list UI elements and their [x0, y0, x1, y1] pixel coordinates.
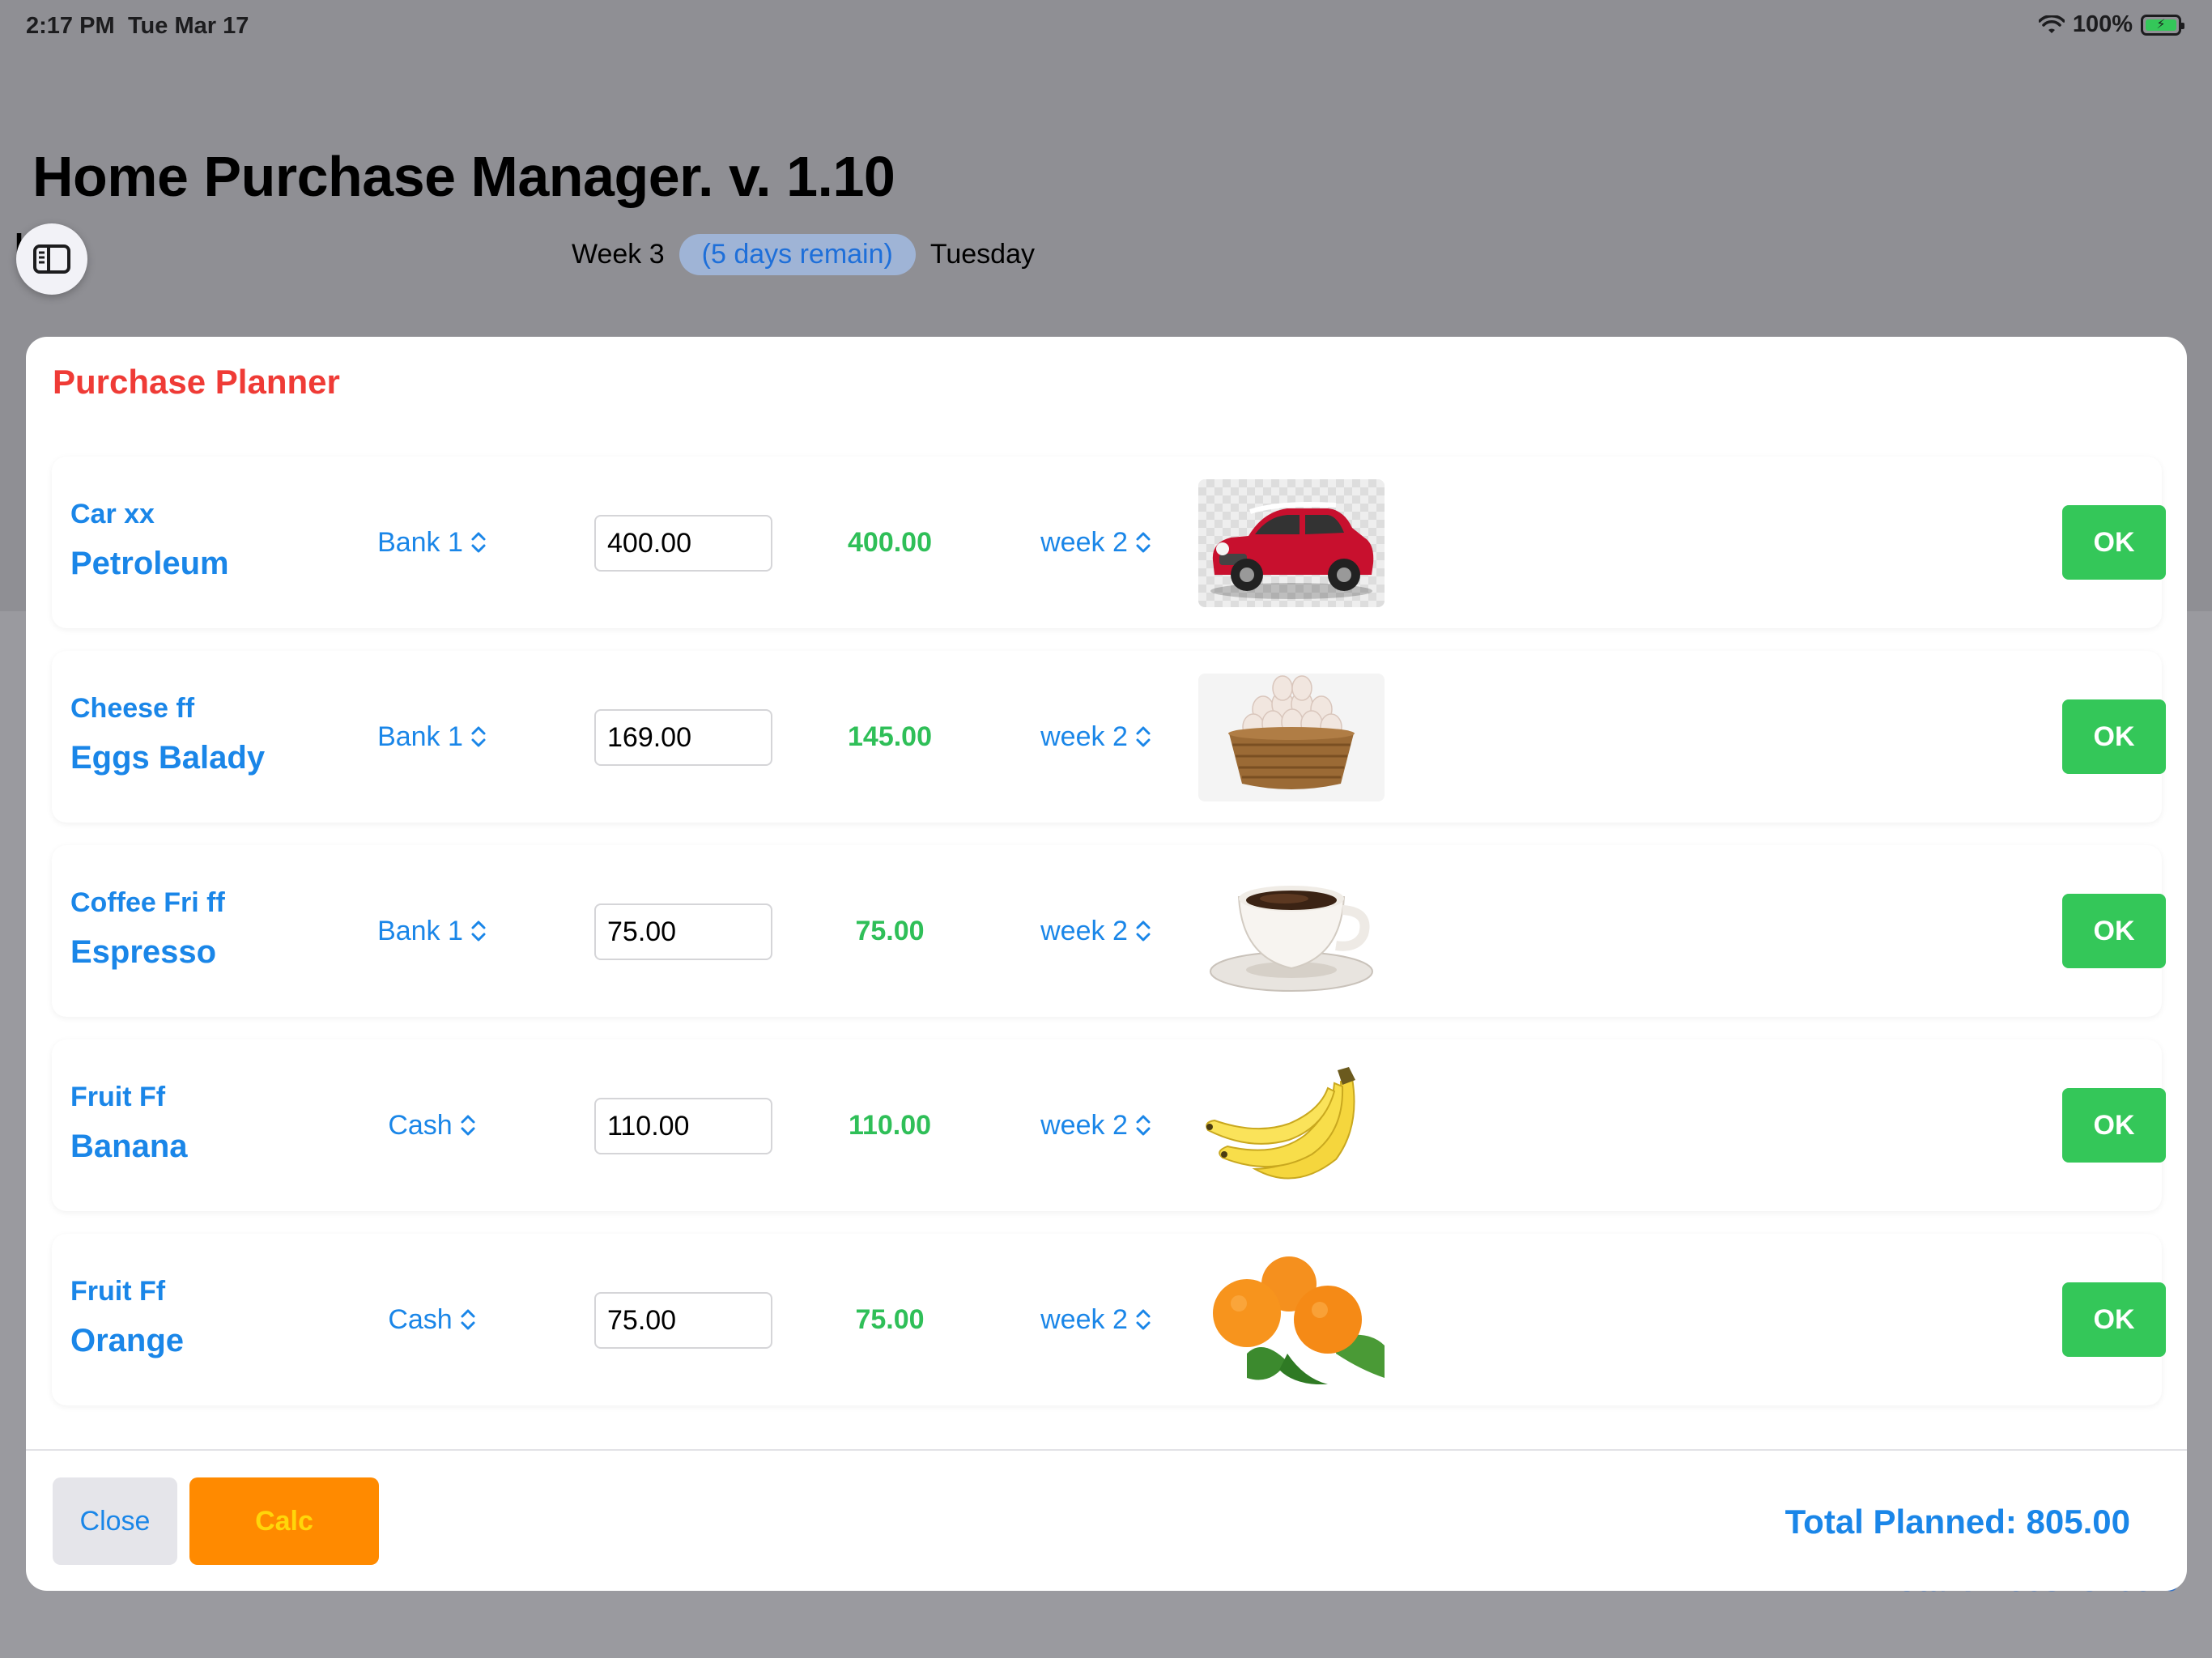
chevron-up-down-icon [1136, 726, 1151, 747]
app-title: Home Purchase Manager. v. 1.10 [32, 145, 895, 208]
ok-button[interactable]: OK [2062, 1088, 2166, 1163]
purchase-list: Car xx Petroleum Bank 1 400.00 week 2 [52, 457, 2166, 1428]
week-label: week 2 [1040, 526, 1128, 558]
chevron-up-down-icon [1136, 920, 1151, 942]
ok-button[interactable]: OK [2062, 1282, 2166, 1357]
chevron-up-down-icon [1136, 532, 1151, 553]
item-name: Espresso [70, 934, 217, 970]
week-info: Week 3 (5 days remain) Tuesday [572, 233, 1036, 275]
source-picker[interactable]: Cash [351, 1039, 513, 1211]
bananas-image [1198, 1062, 1385, 1190]
week-picker[interactable]: week 2 [991, 845, 1202, 1017]
week-label: week 2 [1040, 1303, 1128, 1335]
source-label: Bank 1 [377, 526, 463, 558]
item-name: Petroleum [70, 546, 229, 581]
actual-amount: 400.00 [848, 526, 932, 558]
amount-input[interactable] [594, 1292, 772, 1349]
car-image [1198, 479, 1385, 607]
status-right: 100% ⚡ [2038, 11, 2184, 38]
source-label: Cash [388, 1109, 453, 1141]
item-category: Fruit Ff [70, 1082, 166, 1112]
eggs-basket-image [1198, 674, 1385, 801]
source-picker[interactable]: Bank 1 [351, 651, 513, 823]
total-planned: Total Planned: 805.00 [1784, 1503, 2130, 1541]
week-label: week 2 [1040, 915, 1128, 946]
ok-button[interactable]: OK [2062, 699, 2166, 774]
actual-amount: 110.00 [848, 1109, 932, 1141]
actual-amount: 75.00 [855, 915, 925, 946]
list-item: Fruit Ff Banana Cash 110.00 week 2 [52, 1039, 2166, 1211]
actual-amount: 75.00 [855, 1303, 925, 1335]
item-name: Orange [70, 1323, 185, 1358]
amount-input[interactable] [594, 903, 772, 960]
wifi-icon [2038, 15, 2065, 33]
list-item: Fruit Ff Orange Cash 75.00 week 2 [52, 1234, 2166, 1405]
item-name: Eggs Balady [70, 740, 266, 776]
modal-title: Purchase Planner [53, 363, 340, 401]
chevron-up-down-icon [1136, 1115, 1151, 1136]
ok-button[interactable]: OK [2062, 894, 2166, 968]
week-picker[interactable]: week 2 [991, 457, 1202, 628]
days-remain-badge: (5 days remain) [678, 233, 916, 275]
sidebar-icon [33, 244, 70, 274]
actual-amount: 145.00 [848, 721, 932, 752]
amount-input[interactable] [594, 709, 772, 766]
list-item: Coffee Fri ff Espresso Bank 1 75.00 week… [52, 845, 2166, 1017]
source-label: Cash [388, 1303, 453, 1335]
ok-button[interactable]: OK [2062, 505, 2166, 580]
status-time: 2:17 PM [26, 13, 115, 39]
chevron-up-down-icon [1136, 1309, 1151, 1330]
source-picker[interactable]: Cash [351, 1234, 513, 1405]
amount-input[interactable] [594, 1098, 772, 1154]
footer-divider [26, 1449, 2187, 1451]
purchase-planner-modal: Purchase Planner Car xx Petroleum Bank 1… [26, 337, 2187, 1591]
amount-input[interactable] [594, 515, 772, 572]
current-day: Tuesday [929, 238, 1036, 270]
source-label: Bank 1 [377, 915, 463, 946]
item-category: Cheese ff [70, 693, 195, 724]
sidebar-toggle-button[interactable] [16, 223, 87, 295]
chevron-up-down-icon [461, 1309, 475, 1330]
week-label: week 2 [1040, 1109, 1128, 1141]
chevron-up-down-icon [471, 532, 486, 553]
battery-icon: ⚡ [2141, 14, 2184, 36]
oranges-image [1198, 1256, 1385, 1384]
item-category: Coffee Fri ff [70, 887, 225, 918]
item-category: Fruit Ff [70, 1276, 166, 1307]
close-button[interactable]: Close [53, 1477, 177, 1565]
chevron-up-down-icon [461, 1115, 475, 1136]
chevron-up-down-icon [471, 920, 486, 942]
list-item: Cheese ff Eggs Balady Bank 1 145.00 week… [52, 651, 2166, 823]
week-picker[interactable]: week 2 [991, 651, 1202, 823]
week-picker[interactable]: week 2 [991, 1234, 1202, 1405]
week-picker[interactable]: week 2 [991, 1039, 1202, 1211]
source-picker[interactable]: Bank 1 [351, 457, 513, 628]
calc-button[interactable]: Calc [189, 1477, 379, 1565]
chevron-up-down-icon [471, 726, 486, 747]
status-bar: 2:17 PM Tue Mar 17 100% ⚡ [0, 0, 2212, 52]
current-week: Week 3 [572, 238, 665, 270]
item-category: Car xx [70, 499, 155, 529]
source-label: Bank 1 [377, 721, 463, 752]
coffee-cup-image [1198, 868, 1385, 996]
item-name: Banana [70, 1129, 188, 1164]
list-item: Car xx Petroleum Bank 1 400.00 week 2 [52, 457, 2166, 628]
week-label: week 2 [1040, 721, 1128, 752]
status-date: Tue Mar 17 [128, 13, 249, 39]
battery-percent: 100% [2072, 11, 2133, 37]
source-picker[interactable]: Bank 1 [351, 845, 513, 1017]
